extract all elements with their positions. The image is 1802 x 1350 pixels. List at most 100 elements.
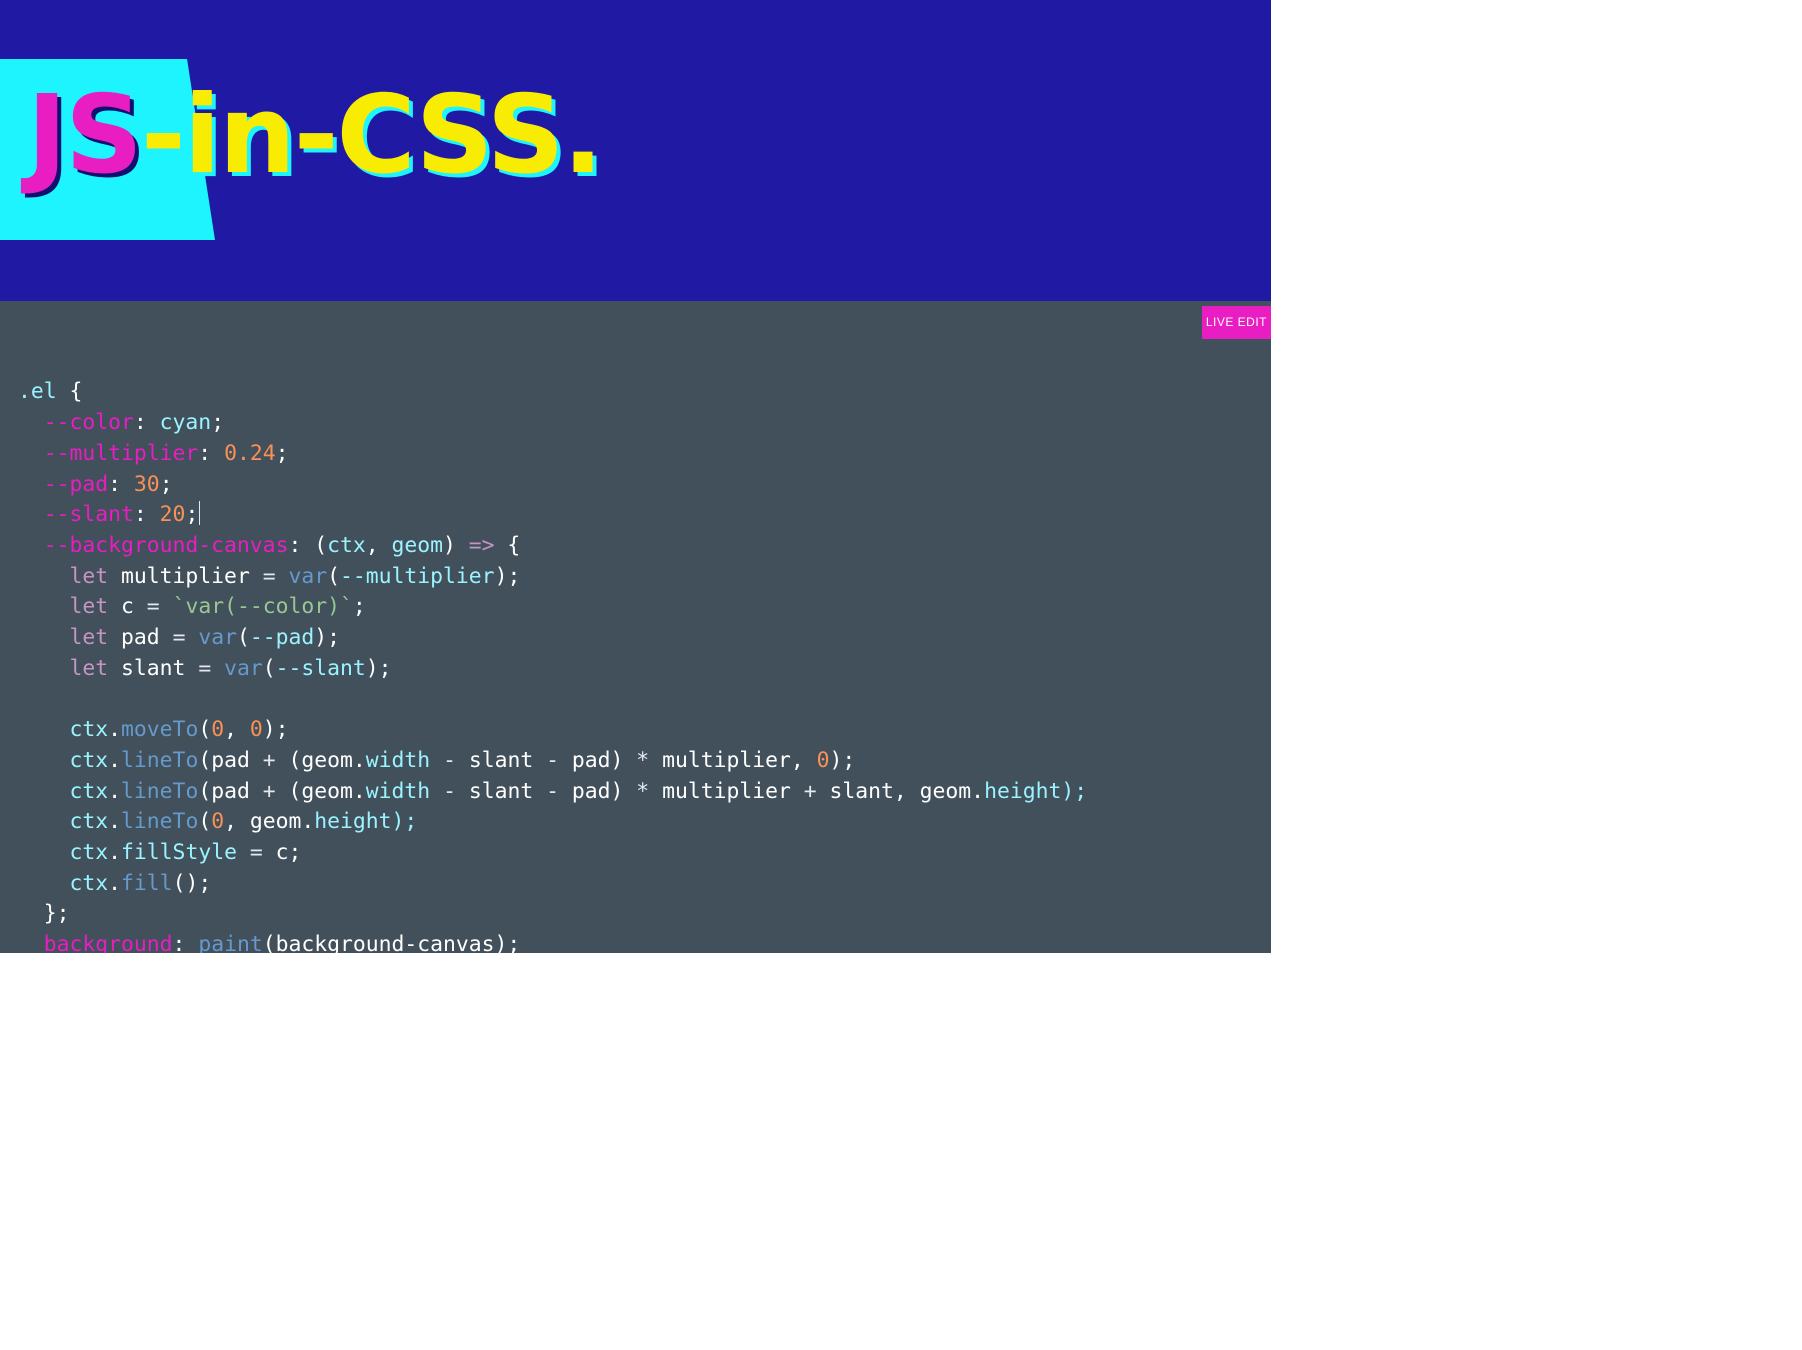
code-token: 0.24 [224,441,276,466]
code-token: { [495,533,521,558]
code-token: height); [314,809,417,834]
code-token [211,656,224,681]
code-token: 0 [211,809,224,834]
code-token: - [546,779,559,804]
code-token: { [57,379,83,404]
code-token: - [443,779,456,804]
code-token: 20 [160,502,186,527]
code-token: ; [353,594,366,619]
code-token: ); [366,656,392,681]
code-token: (background-canvas); [263,932,521,953]
code-token: : [134,410,160,435]
code-token: : [108,472,134,497]
code-token: }; [18,901,70,926]
code-token: ; [211,410,224,435]
code-token: let [70,625,109,650]
code-token: = [250,840,263,865]
code-token: height); [984,779,1087,804]
code-token: * [636,779,649,804]
code-token: ctx [18,748,108,773]
slide-title: JS-in-CSS. [27,82,602,190]
code-token: fillStyle [121,840,250,865]
code-token: . [971,779,984,804]
code-token: : [198,441,224,466]
code-token: : [173,932,199,953]
code-token: 30 [134,472,160,497]
code-token: slant [456,748,546,773]
code-token: ctx [327,533,366,558]
code-token: ) [443,533,469,558]
code-token: (); [173,871,212,896]
code-token: slant, geom [817,779,972,804]
code-token: --multiplier [340,564,495,589]
code-token: - [546,748,559,773]
code-token: multiplier, [649,748,816,773]
code-token: * [636,748,649,773]
code-token: ); [830,748,856,773]
code-token: var [224,656,263,681]
code-token: => [469,533,495,558]
code-token: multiplier [108,564,263,589]
code-token: var [288,564,327,589]
code-token: , [224,717,250,742]
code-token: (geom [276,748,353,773]
code-token: . [108,840,121,865]
code-token [185,625,198,650]
code-token: width [366,748,443,773]
code-token: multiplier [649,779,804,804]
code-token [18,594,70,619]
code-token: ( [198,809,211,834]
code-token: --slant [18,502,134,527]
code-token: ctx [18,809,108,834]
code-token: ( [198,717,211,742]
code-token: ctx [18,840,108,865]
title-rest: -in-CSS. [141,73,602,198]
code-token: .el [18,379,57,404]
code-token: ( [327,564,340,589]
code-token: . [108,779,121,804]
editor-caret [199,501,200,525]
code-token: ctx [18,717,108,742]
code-token: - [443,748,456,773]
code-token: . [108,809,121,834]
hero-banner: JS-in-CSS. [0,0,1271,301]
code-token: let [70,564,109,589]
code-token: --background-canvas [18,533,288,558]
code-editor[interactable]: LIVE EDIT .el { --color: cyan; --multipl… [0,301,1271,953]
code-token: ( [263,656,276,681]
code-token: . [353,748,366,773]
code-token: + [263,779,276,804]
code-token: let [70,594,109,619]
code-token: pad [108,625,172,650]
code-token: background [18,932,173,953]
code-token: , geom [224,809,301,834]
code-token [18,656,70,681]
code-token: --pad [18,472,108,497]
code-token [18,564,70,589]
live-edit-badge: LIVE EDIT [1202,306,1271,339]
code-token: ); [495,564,521,589]
code-token: paint [198,932,262,953]
code-token: = [173,625,186,650]
code-token: (pad [198,779,262,804]
code-token: fill [121,871,173,896]
code-token: c; [263,840,302,865]
code-token: --slant [276,656,366,681]
code-token: . [301,809,314,834]
code-token: (geom [276,779,353,804]
code-token: . [108,748,121,773]
code-token: var [198,625,237,650]
code-token: + [804,779,817,804]
code-token: lineTo [121,748,198,773]
code-token: + [263,748,276,773]
code-token: let [70,656,109,681]
code-token [18,625,70,650]
code-token: ; [276,441,289,466]
code-token: pad) [559,779,636,804]
code-token: --color [18,410,134,435]
code-token: ; [185,502,198,527]
code-token: ctx [18,871,108,896]
code-token: . [108,717,121,742]
code-token: ); [263,717,289,742]
title-js: JS [27,73,141,198]
